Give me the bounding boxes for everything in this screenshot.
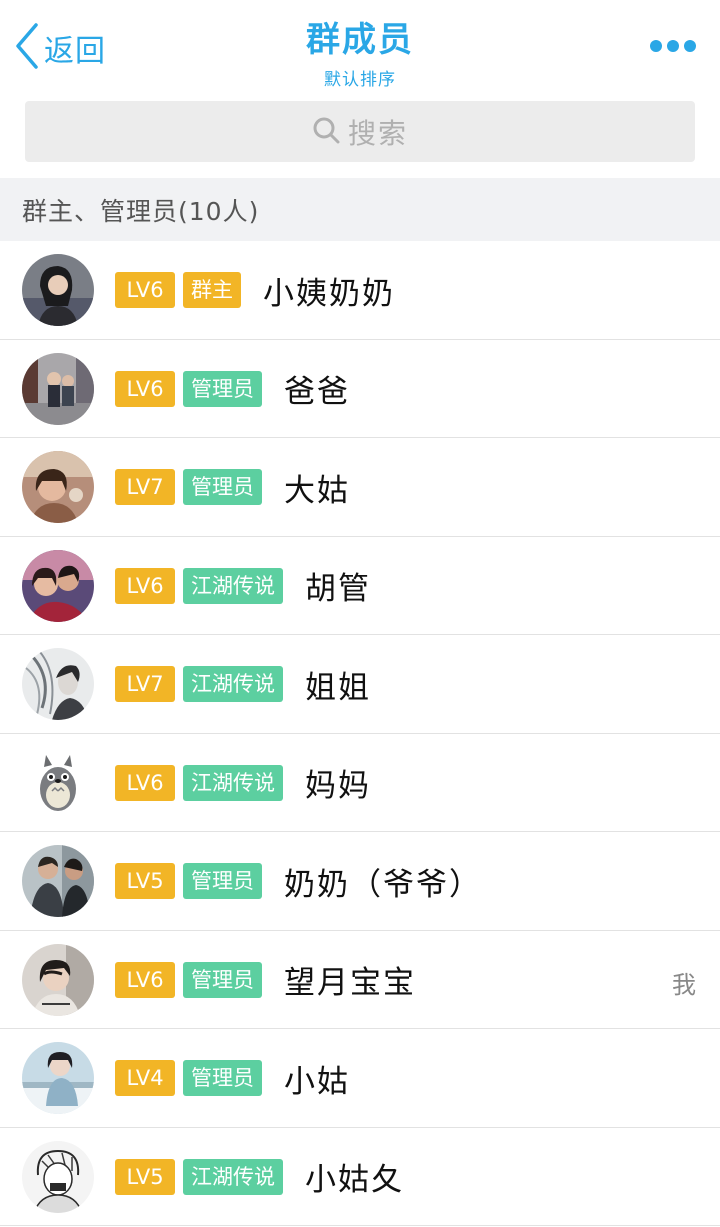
member-name: 小姑夂 — [305, 1162, 404, 1198]
member-tags: LV5 江湖传说 小姑夂 — [115, 1158, 404, 1198]
avatar — [22, 845, 94, 917]
more-dot-icon — [684, 40, 696, 52]
member-tags: LV6 管理员 爸爸 — [115, 370, 350, 410]
member-name: 小姨奶奶 — [263, 275, 395, 312]
member-name: 大姑 — [284, 472, 350, 509]
page-title: 群成员 — [306, 20, 414, 60]
more-options-button[interactable] — [650, 38, 696, 54]
member-name: 望月宝宝 — [284, 965, 416, 1001]
sort-mode-subtitle[interactable]: 默认排序 — [0, 65, 720, 90]
level-badge: LV7 — [115, 666, 175, 702]
avatar — [22, 943, 94, 1016]
member-row[interactable]: LV6 管理员 爸爸 — [0, 340, 720, 438]
avatar — [22, 254, 94, 326]
member-tags: LV7 江湖传说 姐姐 — [115, 666, 371, 706]
avatar — [22, 352, 94, 425]
search-bar[interactable]: 搜索 — [25, 101, 695, 162]
member-name: 胡管 — [305, 571, 371, 607]
avatar — [22, 549, 94, 622]
member-tags: LV5 管理员 奶奶（爷爷） — [115, 863, 482, 903]
title-badge: 江湖传说 — [183, 666, 283, 702]
title-badge: 江湖传说 — [183, 1158, 283, 1195]
level-badge: LV6 — [115, 370, 175, 407]
member-tags: LV6 群主 小姨奶奶 — [115, 272, 395, 312]
more-dot-icon — [667, 40, 679, 52]
member-name: 妈妈 — [305, 768, 371, 804]
level-badge: LV5 — [115, 863, 175, 899]
navigation-bar: 返回 群成员 默认排序 — [0, 0, 720, 96]
section-header: 群主、管理员(10人) — [0, 178, 720, 241]
search-placeholder: 搜索 — [347, 116, 408, 150]
member-row[interactable]: LV4 管理员 小姑 — [0, 1029, 720, 1128]
member-name: 奶奶（爷爷） — [284, 866, 482, 903]
member-row[interactable]: LV7 江湖传说 姐姐 — [0, 635, 720, 734]
avatar — [22, 1140, 94, 1213]
member-name: 姐姐 — [305, 669, 371, 706]
avatar — [22, 451, 94, 523]
member-row[interactable]: LV5 管理员 奶奶（爷爷） — [0, 832, 720, 931]
level-badge: LV6 — [115, 961, 175, 998]
level-badge: LV7 — [115, 469, 175, 505]
admin-badge: 管理员 — [183, 1060, 262, 1096]
member-tags: LV4 管理员 小姑 — [115, 1060, 350, 1100]
member-list: LV6 群主 小姨奶奶 LV6 管理员 爸爸 LV7 管理员 大姑 LV6 江湖… — [0, 241, 720, 1226]
admin-badge: 管理员 — [183, 370, 262, 407]
avatar — [22, 648, 94, 720]
admin-badge: 管理员 — [183, 863, 262, 899]
avatar — [22, 746, 94, 819]
level-badge: LV6 — [115, 567, 175, 604]
member-row[interactable]: LV6 管理员 望月宝宝 我 — [0, 931, 720, 1029]
member-tags: LV6 江湖传说 妈妈 — [115, 764, 371, 804]
current-user-marker: 我 — [672, 970, 696, 999]
level-badge: LV5 — [115, 1158, 175, 1195]
member-name: 爸爸 — [284, 374, 350, 410]
section-title: 群主、管理员(10人) — [22, 196, 260, 226]
more-dot-icon — [650, 40, 662, 52]
member-row[interactable]: LV5 江湖传说 小姑夂 — [0, 1128, 720, 1226]
member-name: 小姑 — [284, 1063, 350, 1100]
member-row[interactable]: LV6 群主 小姨奶奶 — [0, 241, 720, 340]
level-badge: LV6 — [115, 272, 175, 308]
admin-badge: 管理员 — [183, 961, 262, 998]
title-badge: 江湖传说 — [183, 764, 283, 801]
member-row[interactable]: LV7 管理员 大姑 — [0, 438, 720, 537]
title-badge: 江湖传说 — [183, 567, 283, 604]
member-tags: LV6 管理员 望月宝宝 — [115, 961, 416, 1001]
avatar — [22, 1042, 94, 1114]
level-badge: LV6 — [115, 764, 175, 801]
member-row[interactable]: LV6 江湖传说 妈妈 — [0, 734, 720, 832]
level-badge: LV4 — [115, 1060, 175, 1096]
admin-badge: 管理员 — [183, 469, 262, 505]
member-row[interactable]: LV6 江湖传说 胡管 — [0, 537, 720, 635]
member-tags: LV7 管理员 大姑 — [115, 469, 350, 509]
title-block: 群成员 默认排序 — [0, 12, 720, 90]
member-tags: LV6 江湖传说 胡管 — [115, 567, 371, 607]
search-icon — [312, 116, 340, 148]
owner-badge: 群主 — [183, 272, 241, 308]
